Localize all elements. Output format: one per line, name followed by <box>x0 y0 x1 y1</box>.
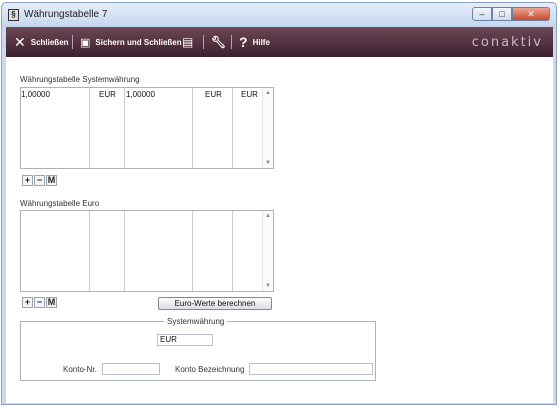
save-close-button[interactable]: ▣ Sichern und Schließen <box>80 27 182 57</box>
table-column <box>21 211 90 291</box>
wrench-icon: 🔧︎ <box>211 35 227 49</box>
group-title: Systemwährung <box>164 317 228 326</box>
save-close-label: Sichern und Schließen <box>95 37 182 47</box>
close-button-label: Schließen <box>30 37 69 47</box>
m-button[interactable]: M <box>46 297 57 308</box>
table-column <box>125 88 193 168</box>
m-button[interactable]: M <box>46 175 57 186</box>
scroll-up-icon[interactable]: ▲ <box>265 90 271 96</box>
table-column <box>233 88 263 168</box>
close-window-button[interactable]: ✕ <box>512 7 550 21</box>
vertical-scrollbar[interactable]: ▲ ▼ <box>262 88 273 168</box>
table-cell: EUR <box>99 90 116 99</box>
euro-table-label: Währungstabelle Euro <box>20 199 100 208</box>
scroll-up-icon[interactable]: ▲ <box>265 213 271 219</box>
konto-bezeichnung-label: Konto Bezeichnung <box>175 365 245 374</box>
table-column <box>193 88 233 168</box>
euro-calculate-button[interactable]: Euro-Werte berechnen <box>158 297 272 310</box>
table-cell: EUR <box>205 90 222 99</box>
system-table-row-buttons: + − M <box>22 175 58 186</box>
konto-bezeichnung-input[interactable] <box>249 363 373 375</box>
remove-row-button[interactable]: − <box>34 297 45 308</box>
table-cell: 1,00000 <box>21 90 50 99</box>
scroll-down-icon[interactable]: ▼ <box>265 283 271 289</box>
currency-input[interactable]: EUR <box>157 334 213 346</box>
close-button[interactable]: ✕ Schließen <box>14 27 69 57</box>
table-cell: EUR <box>241 90 258 99</box>
save-button[interactable]: ▤ <box>182 27 198 57</box>
konto-nr-label: Konto-Nr. <box>63 365 97 374</box>
table-column <box>90 88 125 168</box>
system-currency-group: Systemwährung EUR Konto-Nr. Konto Bezeic… <box>20 317 376 381</box>
main-content: Währungstabelle Systemwährung 1,00000 EU… <box>6 57 553 403</box>
help-button-label: Hilfe <box>252 37 270 47</box>
euro-currency-table[interactable]: ▲ ▼ <box>20 210 274 292</box>
table-column <box>193 211 233 291</box>
table-cell: 1,00000 <box>126 90 155 99</box>
close-x-icon: ✕ <box>14 33 26 50</box>
table-column <box>233 211 263 291</box>
table-column <box>90 211 125 291</box>
question-icon: ? <box>239 34 248 50</box>
scroll-down-icon[interactable]: ▼ <box>265 160 271 166</box>
minimize-button[interactable]: – <box>472 7 492 21</box>
add-row-button[interactable]: + <box>22 297 33 308</box>
maximize-button[interactable]: □ <box>492 7 512 21</box>
help-button[interactable]: ? Hilfe <box>239 27 270 57</box>
euro-table-row-buttons: + − M <box>22 297 58 308</box>
system-table-label: Währungstabelle Systemwährung <box>20 75 140 84</box>
brand-logo: conaktiv <box>471 35 543 50</box>
konto-nr-input[interactable] <box>102 363 160 375</box>
table-column <box>21 88 90 168</box>
title-bar: § Währungstabelle 7 – □ ✕ <box>2 3 556 27</box>
floppy-icon: ▤ <box>182 35 194 49</box>
app-window: § Währungstabelle 7 – □ ✕ ✕ Schließen ▣ … <box>1 2 557 405</box>
toolbar-separator <box>72 35 73 49</box>
window-controls: – □ ✕ <box>472 7 550 21</box>
window-title: Währungstabelle 7 <box>24 9 108 20</box>
app-icon: § <box>8 9 19 21</box>
toolbar: ✕ Schließen ▣ Sichern und Schließen ▤ 🔧︎… <box>6 27 553 57</box>
table-column <box>125 211 193 291</box>
settings-button[interactable]: 🔧︎ <box>211 27 231 57</box>
add-row-button[interactable]: + <box>22 175 33 186</box>
toolbar-separator <box>203 35 204 49</box>
toolbar-separator <box>231 35 232 49</box>
vertical-scrollbar[interactable]: ▲ ▼ <box>262 211 273 291</box>
save-close-icon: ▣ <box>80 36 91 49</box>
remove-row-button[interactable]: − <box>34 175 45 186</box>
system-currency-table[interactable]: 1,00000 EUR 1,00000 EUR EUR ▲ ▼ <box>20 87 274 169</box>
